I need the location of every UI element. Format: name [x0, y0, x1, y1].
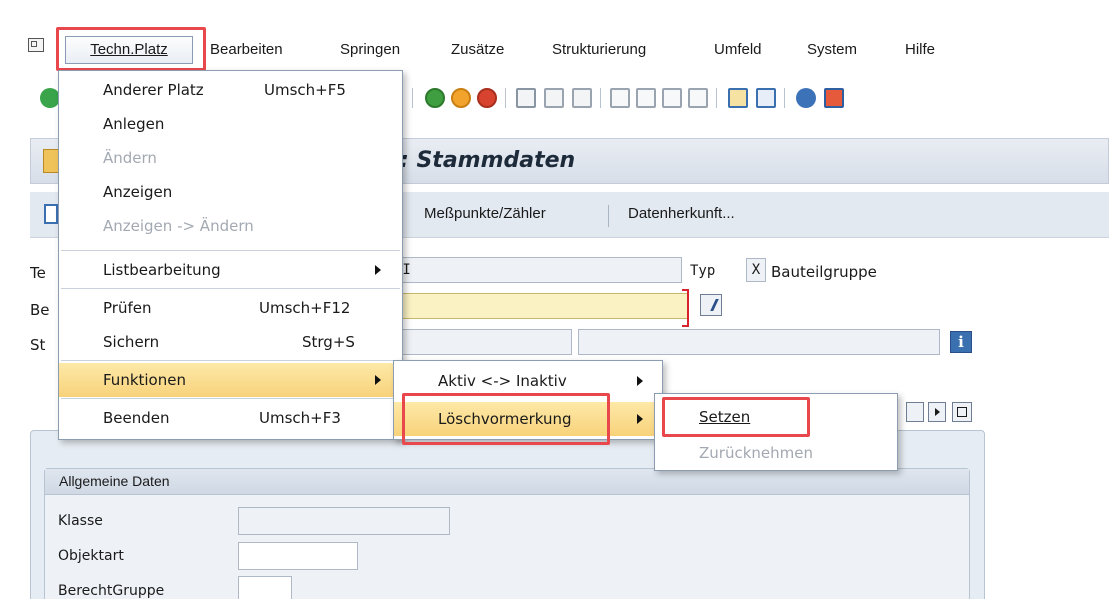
techn-platz-label: Te [30, 264, 46, 282]
previous-page-icon[interactable] [636, 88, 656, 108]
customize-layout-icon[interactable] [824, 88, 844, 108]
typ-label: Typ [690, 263, 716, 279]
berechtgruppe-field[interactable] [238, 576, 292, 599]
menu-item-anderer-platz[interactable]: Anderer Platz Umsch+F5 [59, 73, 402, 107]
menu-item-label: Anzeigen -> Ändern [103, 217, 254, 235]
window-menu-icon[interactable] [28, 38, 44, 52]
menu-separator [61, 250, 400, 251]
field-bracket [682, 289, 689, 327]
menu-bearbeiten[interactable]: Bearbeiten [210, 38, 283, 62]
general-data-group-header: Allgemeine Daten [45, 469, 969, 495]
menu-zusaetze[interactable]: Zusätze [451, 38, 504, 62]
techn-platz-field[interactable]: /I [390, 257, 682, 283]
next-page-icon[interactable] [662, 88, 682, 108]
submenu-arrow-icon [375, 375, 381, 385]
klasse-label: Klasse [58, 513, 103, 529]
bezeichnung-field[interactable]: e [390, 293, 688, 319]
menu-strukturierung[interactable]: Strukturierung [552, 38, 646, 62]
menu-item-beenden[interactable]: Beenden Umsch+F3 [59, 401, 402, 435]
menu-item-aendern: Ändern [59, 141, 402, 175]
menu-item-label: Beenden [103, 409, 170, 427]
menu-item-anlegen[interactable]: Anlegen [59, 107, 402, 141]
menu-item-shortcut: Umsch+F5 [264, 81, 346, 99]
first-page-icon[interactable] [610, 88, 630, 108]
general-data-title: Allgemeine Daten [59, 473, 170, 489]
info-icon[interactable]: i [950, 331, 972, 353]
menu-item-label: Sichern [103, 333, 160, 351]
menu-item-funktionen[interactable]: Funktionen [59, 363, 402, 397]
tab-scroll-left-icon[interactable] [906, 402, 924, 422]
menu-item-label: Funktionen [103, 371, 186, 389]
menu-item-anzeigen[interactable]: Anzeigen [59, 175, 402, 209]
measuring-points-button[interactable]: Meßpunkte/Zähler [424, 205, 546, 222]
standort-label: St [30, 336, 46, 354]
menu-item-anzeigen-aendern: Anzeigen -> Ändern [59, 209, 402, 243]
menu-separator [61, 288, 400, 289]
print-icon[interactable] [516, 88, 536, 108]
tab-scroll-right-icon[interactable] [928, 402, 946, 422]
menu-hilfe[interactable]: Hilfe [905, 38, 935, 62]
app-icon [43, 149, 59, 173]
find-icon[interactable] [544, 88, 564, 108]
toolbar-separator [608, 205, 609, 227]
menu-umfeld[interactable]: Umfeld [714, 38, 762, 62]
highlight-setzen [662, 397, 810, 437]
submenu-arrow-icon [637, 376, 643, 386]
typ-value-box: X [746, 258, 766, 282]
edit-text-icon[interactable] [700, 294, 722, 316]
menu-item-pruefen[interactable]: Prüfen Umsch+F12 [59, 291, 402, 325]
typ-value: X [751, 262, 761, 278]
menu-system[interactable]: System [807, 38, 857, 62]
submenu-arrow-icon [637, 414, 643, 424]
objektart-field[interactable] [238, 542, 358, 570]
standort-field-2[interactable] [578, 329, 940, 355]
berechtgruppe-label: BerechtGruppe [58, 583, 165, 599]
new-session-icon[interactable] [728, 88, 748, 108]
bezeichnung-label: Be [30, 301, 50, 319]
toolbar-separator [600, 88, 601, 108]
back-icon[interactable] [425, 88, 445, 108]
submenu-arrow-icon [375, 265, 381, 275]
app-toolbar-button-icon[interactable] [44, 204, 58, 224]
page-title: : Stammdaten [400, 148, 576, 173]
data-origin-button[interactable]: Datenherkunft... [628, 205, 735, 222]
menu-item-label: Listbearbeitung [103, 261, 221, 279]
menu-item-listbearbeitung[interactable]: Listbearbeitung [59, 253, 402, 287]
toolbar-separator [412, 88, 413, 108]
menu-item-label: Anzeigen [103, 183, 173, 201]
cancel-icon[interactable] [477, 88, 497, 108]
menu-item-label: Zurücknehmen [699, 444, 813, 462]
menu-springen[interactable]: Springen [340, 38, 400, 62]
highlight-loeschvormerkung [402, 393, 610, 445]
menu-item-zuruecknehmen: Zurücknehmen [655, 436, 897, 470]
find-next-icon[interactable] [572, 88, 592, 108]
klasse-field[interactable] [238, 507, 450, 535]
menu-separator [61, 398, 400, 399]
exit-icon[interactable] [451, 88, 471, 108]
menu-separator [61, 360, 400, 361]
typ-text: Bauteilgruppe [771, 263, 877, 281]
menu-item-label: Anlegen [103, 115, 165, 133]
highlight-techn-platz [56, 27, 206, 71]
menu-item-sichern[interactable]: Sichern Strg+S [59, 325, 402, 359]
menu-item-label: Anderer Platz [103, 81, 204, 99]
help-icon[interactable] [796, 88, 816, 108]
last-page-icon[interactable] [688, 88, 708, 108]
objektart-label: Objektart [58, 548, 124, 564]
menu-item-label: Ändern [103, 149, 157, 167]
tab-list-icon[interactable] [952, 402, 972, 422]
techn-platz-menu: Anderer Platz Umsch+F5 Anlegen Ändern An… [58, 70, 403, 440]
toolbar-separator [716, 88, 717, 108]
shortcut-icon[interactable] [756, 88, 776, 108]
menu-item-shortcut: Umsch+F12 [259, 299, 351, 317]
toolbar-separator [784, 88, 785, 108]
enter-icon[interactable] [40, 88, 60, 108]
menu-item-label: Prüfen [103, 299, 152, 317]
menu-item-shortcut: Umsch+F3 [259, 409, 341, 427]
menu-item-shortcut: Strg+S [302, 333, 355, 351]
toolbar-separator [505, 88, 506, 108]
standort-field-1[interactable] [390, 329, 572, 355]
